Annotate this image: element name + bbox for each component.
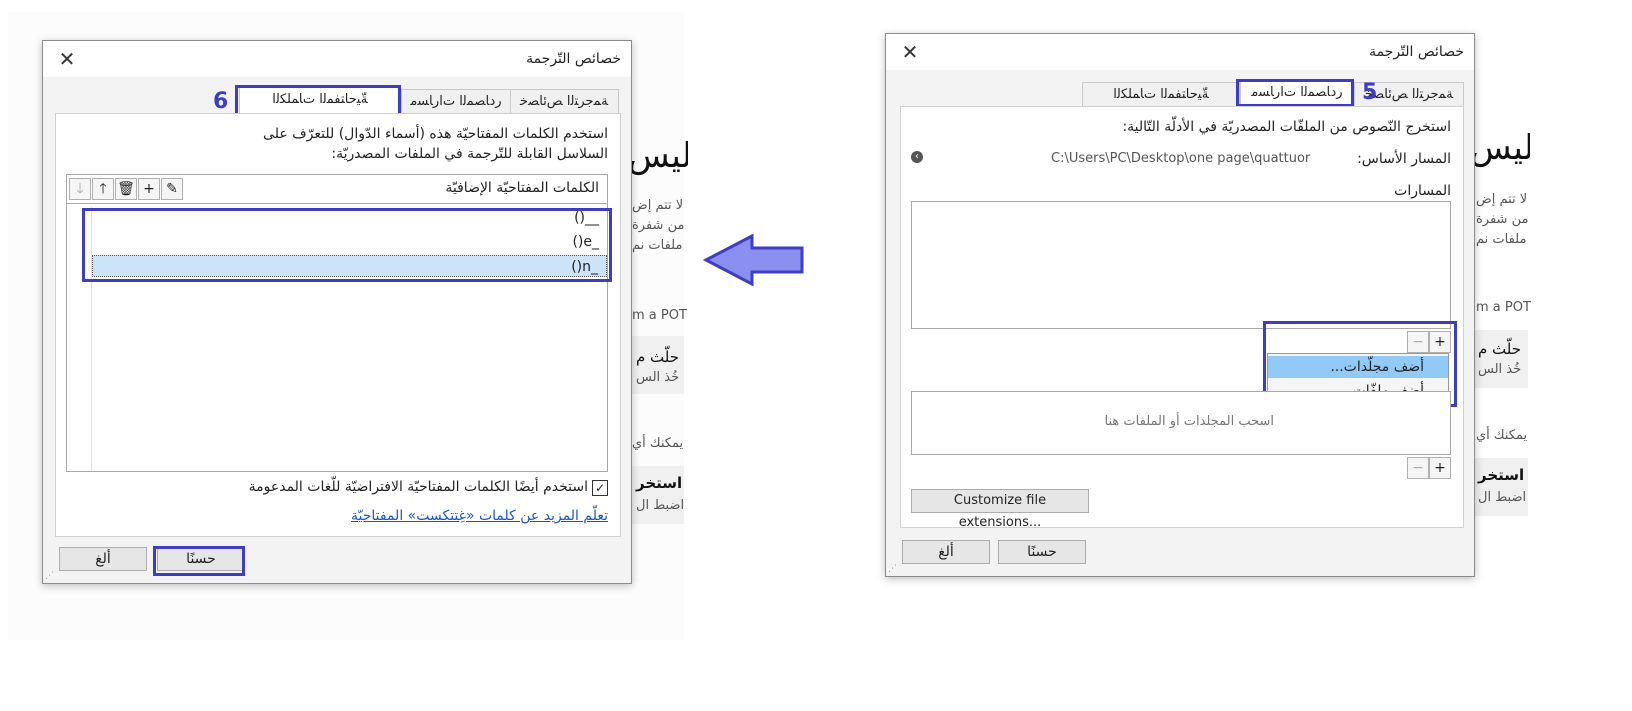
drop-hint: اسحب المجلدات أو الملفات هنا [1104,414,1274,429]
bg-card-title: استخر [1478,466,1525,484]
cancel-button[interactable]: ألغ [902,540,990,564]
intro-line-1: استخدم الكلمات المفتاحيّة هذه (أسماء الد… [263,126,608,142]
tab-translation-properties[interactable]: ﺔﻤﺟﺮﺘﻟا ﺺﺋﺎﺼﺧ [509,89,619,114]
step-number: 6 [213,89,229,114]
bg-card-sub: خُذ الس [636,370,680,385]
translation-properties-dialog-paths: ✕ خصائص التّرجمة ﺔﻤﺟﺮﺘﻟا ﺺﺋﺎﺼﺧ ﺭﺩﺎﺼﻤﻟا ﺕ… [885,33,1475,577]
drop-zone[interactable]: اسحب المجلدات أو الملفات هنا [911,391,1451,455]
bg-line: ملفات نم [1476,232,1527,247]
dialog-title: خصائص التّرجمة [526,51,621,67]
bg-card-sub: خُذ الس [1478,362,1522,377]
tab-highlight [1236,79,1354,107]
dialog-title: خصائص التّرجمة [1369,44,1464,60]
arrow-shape [702,233,804,287]
remove-icon[interactable]: − [1407,457,1429,479]
paths-label: المسارات [1394,183,1451,199]
bg-card-title: استخر [636,474,683,492]
step-number: 5 [1362,80,1378,105]
bg-card-sub: اضبط ال [636,498,685,513]
tab-content-panel: استخرج النّصوص من الملفّات المصدريّة في … [900,106,1464,530]
bg-you-can: يمكنك أي [632,436,684,451]
ok-highlight [153,546,245,576]
paths-list [911,201,1451,329]
remove-base-path-icon[interactable]: ‹ [911,151,923,163]
bg-card[interactable] [1474,330,1528,388]
cancel-button[interactable]: ألغ [59,547,147,571]
default-keywords-label: استخدم أيضًا الكلمات المفتاحيّة الافتراض… [248,479,588,495]
bg-pot-text: m a POT [1476,300,1531,315]
bg-line: ملفات نم [632,238,683,253]
base-path-value: C:\Users\PC\Desktop\one page\quattuor [1051,151,1311,166]
base-path-label: المسار الأساس: [1357,151,1451,167]
bg-line: من شفرة [632,218,685,233]
bg-line: لا تتم إض [1476,192,1528,207]
intro-line-2: السلاسل القابلة للتّرجمة في الملفات المص… [331,146,608,162]
keywords-header: الكلمات المفتاحيّة الإضافيّة ✎ + 🗑 🡑 🡓 [67,175,607,204]
customize-extensions-button[interactable]: Customize file extensions... [911,489,1089,530]
bg-pot-text: m a POT [632,308,687,323]
learn-more-link[interactable]: تعلّم المزيد عن كلمات «غِتتكست» المفتاحي… [351,508,608,524]
keywords-highlight [82,208,612,282]
edit-icon[interactable]: ✎ [161,178,183,200]
close-icon[interactable]: ✕ [898,40,922,64]
bg-line: من شفرة [1476,212,1529,227]
translation-properties-dialog-keywords: ✕ خصائص التّرجمة ﺔﻤﺟﺮﺘﻟا ﺺﺋﺎﺼﺧ ﺭﺩﺎﺼﻤﻟا ﺕ… [42,40,632,584]
dialog-titlebar: ✕ خصائص التّرجمة [43,41,631,77]
bg-you-can: يمكنك أي [1476,428,1528,443]
resize-grip-icon[interactable]: ⋰ [45,571,55,581]
move-down-icon[interactable]: 🡓 [69,178,91,200]
tab-source-keywords[interactable]: ﺔّﻴﺣﺎﺘﻔﻤﻟا ﺕﺎﻤﻠﻜﻟا [1082,82,1240,107]
add-icon[interactable]: + [1429,457,1451,479]
close-icon[interactable]: ✕ [55,47,79,71]
bg-card-sub: اضبط ال [1478,490,1527,505]
tab-source-paths[interactable]: ﺭﺩﺎﺼﻤﻟا ﺕﺍﺭﺎﺴﻣ [401,89,511,114]
bg-heading: ليس [1470,128,1530,168]
tab-content-panel: استخدم الكلمات المفتاحيّة هذه (أسماء الد… [55,113,621,537]
bg-heading: ليس [628,136,688,176]
keywords-header-label: الكلمات المفتاحيّة الإضافيّة [445,180,599,196]
bg-card-title: حلّث م [636,348,680,366]
dialog-titlebar: ✕ خصائص التّرجمة [886,34,1474,70]
default-keywords-checkbox[interactable]: ✓ [592,480,608,496]
bg-card-title: حلّث م [1478,340,1522,358]
arrow-left-icon [702,233,804,287]
intro-text: استخرج النّصوص من الملفّات المصدريّة في … [1122,119,1451,135]
move-up-icon[interactable]: 🡑 [92,178,114,200]
add-icon[interactable]: + [138,178,160,200]
ok-button[interactable]: حسنًا [998,540,1086,564]
resize-grip-icon[interactable]: ⋰ [888,564,898,574]
delete-icon[interactable]: 🗑 [115,178,137,200]
bg-line: لا تتم إض [632,198,684,213]
